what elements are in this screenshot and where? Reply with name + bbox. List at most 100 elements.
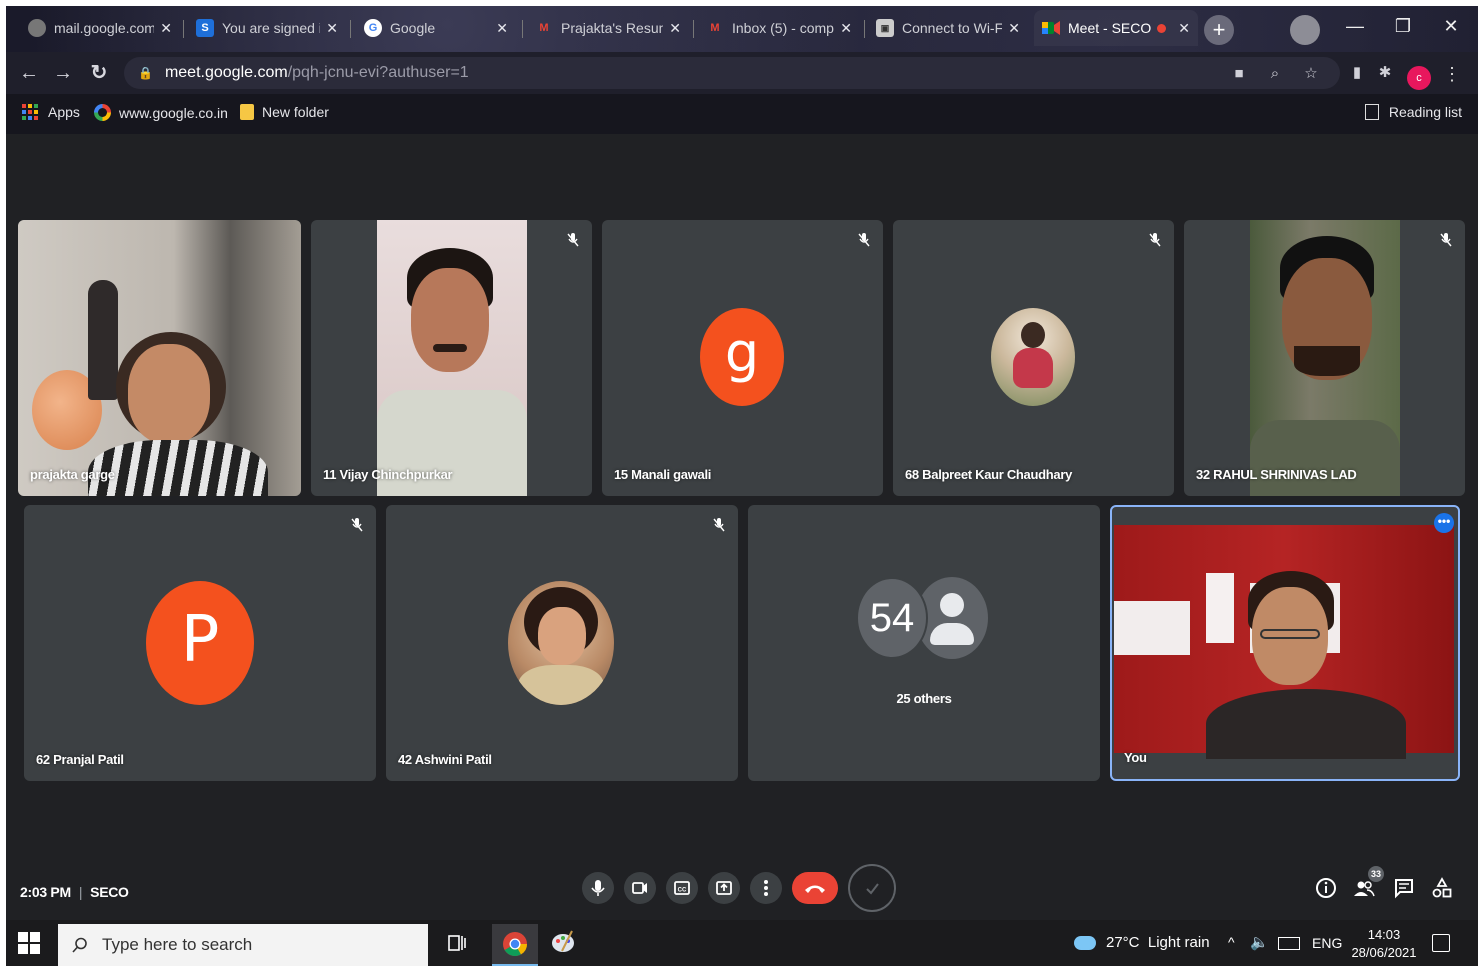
browser-menu-icon[interactable]: ⋮ bbox=[1443, 64, 1461, 85]
microphone-icon bbox=[591, 880, 605, 896]
new-tab-button[interactable]: + bbox=[1204, 15, 1234, 45]
restore-icon[interactable]: ❐ bbox=[1380, 6, 1426, 46]
microphone-button[interactable] bbox=[582, 872, 614, 904]
activities-icon[interactable] bbox=[1430, 876, 1454, 900]
activity-button[interactable] bbox=[848, 864, 896, 912]
more-options-button[interactable] bbox=[750, 872, 782, 904]
others-label: 25 others bbox=[896, 691, 952, 706]
bookmark-star-icon[interactable]: ☆ bbox=[1300, 63, 1322, 85]
volume-icon[interactable]: 🔈 bbox=[1250, 933, 1269, 951]
tab-close-icon[interactable]: ✕ bbox=[840, 20, 852, 37]
participant-name: 32 RAHUL SHRINIVAS LAD bbox=[1196, 467, 1357, 482]
checkmark-icon bbox=[866, 883, 879, 895]
google-icon: G bbox=[364, 19, 382, 37]
windows-taskbar: Type here to search 27°C Light rain ^ 🔈 … bbox=[6, 920, 1478, 966]
tab-signed-in[interactable]: S You are signed in ✕ bbox=[188, 10, 346, 46]
participant-name: 15 Manali gawali bbox=[614, 467, 712, 482]
present-screen-icon bbox=[716, 881, 732, 895]
tab-close-icon[interactable]: ✕ bbox=[669, 20, 681, 37]
language-indicator[interactable]: ENG bbox=[1312, 935, 1342, 951]
participant-name: 68 Balpreet Kaur Chaudhary bbox=[905, 467, 1073, 482]
self-video bbox=[1114, 525, 1454, 759]
tab-close-icon[interactable]: ✕ bbox=[326, 20, 338, 37]
participant-tile[interactable]: P 62 Pranjal Patil bbox=[24, 505, 376, 781]
tab-google[interactable]: G Google ✕ bbox=[356, 10, 516, 46]
mic-off-icon bbox=[351, 518, 363, 532]
globe-icon bbox=[28, 19, 46, 37]
profile-avatar[interactable]: c bbox=[1407, 66, 1431, 90]
others-count: 54 bbox=[856, 577, 928, 659]
mic-off-icon bbox=[567, 233, 579, 247]
minimize-icon[interactable]: — bbox=[1332, 6, 1378, 46]
paint-app-icon[interactable] bbox=[548, 927, 578, 957]
tray-chevron-up-icon[interactable]: ^ bbox=[1228, 934, 1235, 950]
tab-close-icon[interactable]: ✕ bbox=[1008, 20, 1020, 37]
chat-icon[interactable] bbox=[1392, 876, 1416, 900]
chrome-taskbar-button[interactable] bbox=[492, 924, 538, 966]
camera-button[interactable] bbox=[624, 872, 656, 904]
tab-prajakta-resume[interactable]: M Prajakta's Resume ✕ bbox=[527, 10, 689, 46]
captions-button[interactable]: CC bbox=[666, 872, 698, 904]
others-tile[interactable]: 54 25 others bbox=[748, 505, 1100, 781]
close-window-icon[interactable]: ✕ bbox=[1428, 6, 1474, 46]
reload-icon[interactable]: ↻ bbox=[86, 60, 112, 86]
back-arrow-icon[interactable]: ← bbox=[16, 60, 42, 86]
participant-video bbox=[1250, 220, 1400, 496]
notification-center-icon[interactable] bbox=[1432, 934, 1450, 952]
camera-icon bbox=[632, 882, 647, 894]
participant-tile[interactable]: 32 RAHUL SHRINIVAS LAD bbox=[1184, 220, 1465, 496]
tab-meet-seco[interactable]: Meet - SECO ✕ bbox=[1034, 10, 1198, 46]
participant-avatar-letter: g bbox=[700, 308, 784, 406]
puzzle-extensions-icon[interactable]: ✱ bbox=[1374, 62, 1396, 84]
meet-control-bar: 2:03 PM | SECO CC 33 bbox=[6, 864, 1478, 920]
reading-list-button[interactable]: Reading list bbox=[1364, 104, 1462, 120]
participant-tile[interactable]: 11 Vijay Chinchpurkar bbox=[311, 220, 592, 496]
participant-tile[interactable]: g 15 Manali gawali bbox=[602, 220, 883, 496]
participant-tile[interactable]: 68 Balpreet Kaur Chaudhary bbox=[893, 220, 1174, 496]
task-view-icon[interactable] bbox=[442, 928, 472, 958]
participant-tile[interactable]: 42 Ashwini Patil bbox=[386, 505, 738, 781]
taskbar-clock[interactable]: 14:03 28/06/2021 bbox=[1351, 926, 1417, 962]
participant-name: You bbox=[1124, 750, 1147, 765]
bookmark-apps[interactable]: Apps bbox=[22, 104, 80, 120]
participant-avatar-photo bbox=[508, 581, 614, 705]
camera-indicator-icon[interactable]: ■ bbox=[1228, 63, 1250, 85]
more-vert-icon bbox=[764, 880, 768, 896]
keyboard-icon[interactable] bbox=[1278, 937, 1300, 950]
taskbar-search-box[interactable]: Type here to search bbox=[58, 924, 428, 966]
tab-close-icon[interactable]: ✕ bbox=[496, 20, 508, 37]
zoom-icon[interactable]: ⌕ bbox=[1264, 63, 1286, 85]
hangup-phone-icon bbox=[805, 885, 825, 893]
more-options-icon[interactable]: ••• bbox=[1434, 513, 1454, 533]
extension-icon[interactable]: ▮ bbox=[1346, 62, 1368, 84]
bookmark-google[interactable]: www.google.co.in bbox=[94, 104, 228, 121]
tab-close-icon[interactable]: ✕ bbox=[160, 20, 172, 37]
participant-name: 42 Ashwini Patil bbox=[398, 752, 492, 767]
tab-close-icon[interactable]: ✕ bbox=[1178, 20, 1190, 37]
participant-name: prajakta garge bbox=[30, 467, 115, 482]
s-icon: S bbox=[196, 19, 214, 37]
self-tile[interactable]: ••• You bbox=[1110, 505, 1460, 781]
forward-arrow-icon[interactable]: → bbox=[50, 60, 76, 86]
profile-avatar-icon[interactable] bbox=[1290, 15, 1320, 45]
leave-call-button[interactable] bbox=[792, 872, 838, 904]
meet-icon bbox=[1042, 19, 1060, 37]
tab-connect-wifi[interactable]: ▣ Connect to Wi-Fi ✕ bbox=[868, 10, 1028, 46]
tab-inbox[interactable]: M Inbox (5) - comp ✕ bbox=[698, 10, 860, 46]
mic-off-icon bbox=[713, 518, 725, 532]
cloud-rain-icon bbox=[1074, 935, 1096, 950]
weather-widget[interactable]: 27°C Light rain bbox=[1074, 934, 1210, 951]
recording-dot-icon bbox=[1157, 23, 1167, 33]
meeting-info-icon[interactable] bbox=[1314, 876, 1338, 900]
participant-name: 11 Vijay Chinchpurkar bbox=[323, 467, 453, 482]
windows-start-icon[interactable] bbox=[18, 932, 40, 954]
bookmark-new-folder[interactable]: New folder bbox=[240, 104, 329, 120]
apps-grid-icon bbox=[22, 104, 38, 120]
lock-icon: 🔒 bbox=[138, 66, 153, 80]
present-screen-button[interactable] bbox=[708, 872, 740, 904]
google-icon bbox=[94, 104, 111, 121]
participant-tile[interactable]: prajakta garge bbox=[18, 220, 301, 496]
tab-mail-google[interactable]: mail.google.com ✕ bbox=[20, 10, 180, 46]
mic-off-icon bbox=[1149, 233, 1161, 247]
address-bar[interactable]: 🔒 meet.google.com/pqh-jcnu-evi?authuser=… bbox=[124, 57, 1340, 89]
